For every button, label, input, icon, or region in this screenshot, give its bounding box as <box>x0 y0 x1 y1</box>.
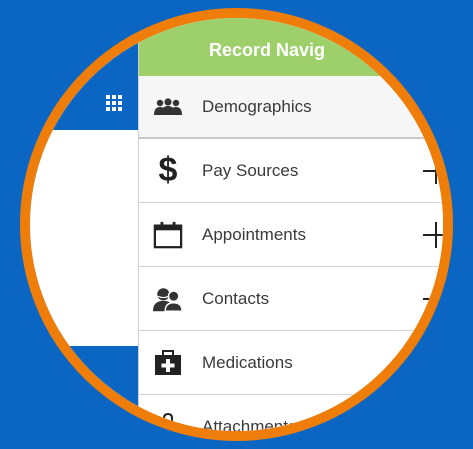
menu-item-label: Pay Sources <box>202 160 299 180</box>
panel-title: Record Navig <box>209 40 326 60</box>
add-appointment-button[interactable] <box>423 221 443 248</box>
contacts-icon <box>153 284 183 314</box>
medkit-icon <box>153 348 183 378</box>
add-contact-button[interactable] <box>423 285 443 312</box>
apps-grid-icon[interactable] <box>104 93 124 113</box>
add-pay-source-button[interactable] <box>423 157 443 184</box>
record-navigation-panel: Record Navig Demographics $ Pay Sources … <box>138 18 443 436</box>
menu-item-contacts[interactable]: Contacts <box>139 267 443 331</box>
menu-item-label: Contacts <box>202 288 270 308</box>
menu-item-label: Medications <box>202 352 293 372</box>
menu-item-demographics[interactable]: Demographics <box>139 76 443 139</box>
menu-item-attachments[interactable]: Attachments <box>139 395 443 436</box>
menu-item-label: Appointments <box>202 224 306 244</box>
menu-item-label: Demographics <box>202 96 312 116</box>
menu-item-pay-sources[interactable]: $ Pay Sources <box>139 139 443 203</box>
calendar-icon <box>153 220 183 250</box>
zoomed-screen: Record Navig Demographics $ Pay Sources … <box>30 18 443 436</box>
paperclip-icon <box>153 412 183 431</box>
magnifier-ring: Record Navig Demographics $ Pay Sources … <box>20 8 453 441</box>
panel-header: Record Navig <box>139 18 443 76</box>
people-icon <box>153 92 183 122</box>
left-content-area <box>30 130 138 346</box>
dollar-icon: $ <box>158 151 178 189</box>
menu-list: Demographics $ Pay Sources Appointments … <box>139 76 443 436</box>
menu-item-label: Attachments <box>202 416 297 436</box>
menu-item-appointments[interactable]: Appointments <box>139 203 443 267</box>
menu-item-medications[interactable]: Medications <box>139 331 443 395</box>
